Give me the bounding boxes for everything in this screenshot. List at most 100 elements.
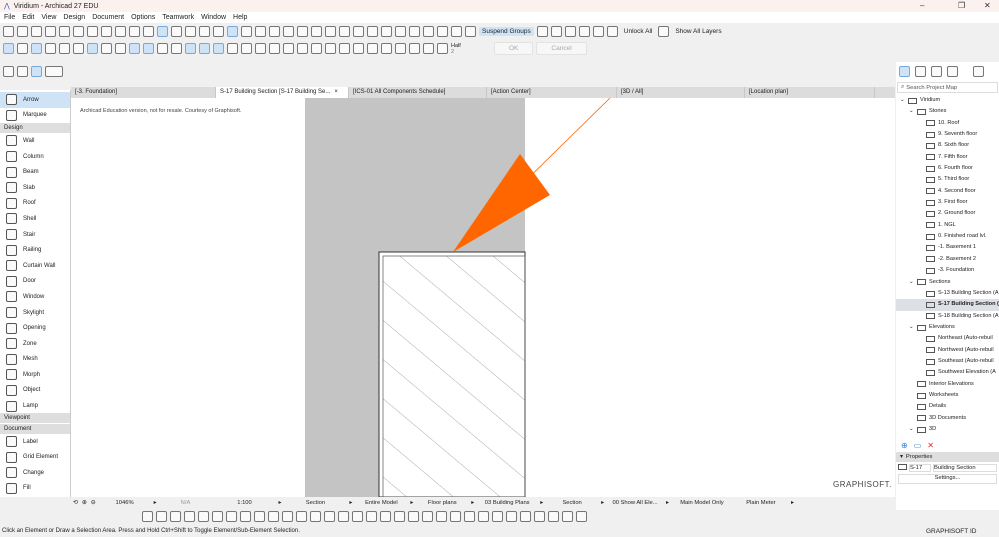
tool-8-icon[interactable] — [115, 26, 126, 37]
arrange-3-icon[interactable] — [578, 26, 590, 37]
prop-id-field[interactable]: S-17 — [909, 464, 931, 472]
edit-22-icon[interactable] — [450, 511, 461, 522]
tool-stair[interactable]: Stair — [0, 227, 70, 243]
design-14-icon[interactable] — [199, 43, 210, 54]
tree-item[interactable]: 9. Seventh floor — [896, 129, 999, 140]
edit-15-icon[interactable] — [352, 511, 363, 522]
edit-0-icon[interactable] — [142, 511, 153, 522]
settings-button[interactable]: Settings... — [898, 474, 997, 484]
edit-31-icon[interactable] — [576, 511, 587, 522]
edit-12-icon[interactable] — [310, 511, 321, 522]
tool-5-icon[interactable] — [73, 26, 84, 37]
tool-20-icon[interactable] — [283, 26, 294, 37]
layer-selector-icon[interactable] — [17, 66, 28, 77]
tool-arrow[interactable]: Arrow — [0, 92, 70, 108]
edit-11-icon[interactable] — [296, 511, 307, 522]
design-19-icon[interactable] — [269, 43, 280, 54]
publisher-icon[interactable] — [947, 66, 958, 77]
design-12-icon[interactable] — [171, 43, 182, 54]
tool-zone[interactable]: Zone — [0, 336, 70, 352]
viewpoint-header[interactable]: Viewpoint — [0, 412, 70, 423]
arrange-0-icon[interactable] — [536, 26, 548, 37]
tree-item[interactable]: Worksheets — [896, 390, 999, 401]
edit-16-icon[interactable] — [366, 511, 377, 522]
tool-roof[interactable]: Roof — [0, 196, 70, 212]
chevron-down-icon[interactable]: ⌄ — [909, 277, 914, 288]
ok-button[interactable]: OK — [494, 42, 534, 55]
layer-combination[interactable]: Section — [285, 500, 345, 506]
tool-6-icon[interactable] — [87, 26, 98, 37]
tool-2-icon[interactable] — [31, 26, 42, 37]
tool-morph[interactable]: Morph — [0, 367, 70, 383]
menu-teamwork[interactable]: Teamwork — [162, 14, 194, 21]
tool-15-icon[interactable] — [213, 26, 224, 37]
design-27-icon[interactable] — [381, 43, 392, 54]
tool-18-icon[interactable] — [255, 26, 266, 37]
tool-17-icon[interactable] — [241, 26, 252, 37]
tree-item[interactable]: 1. NGL — [896, 220, 999, 231]
tree-item[interactable]: 4. Second floor — [896, 186, 999, 197]
document-header[interactable]: Document — [0, 423, 70, 434]
tab-2[interactable]: [ICS-01 All Components Schedule] — [349, 87, 487, 98]
tool-1-icon[interactable] — [17, 26, 28, 37]
design-4-icon[interactable] — [59, 43, 70, 54]
edit-14-icon[interactable] — [338, 511, 349, 522]
project-map-icon[interactable] — [899, 66, 910, 77]
tree-item[interactable]: Southwest Elevation (A — [896, 367, 999, 378]
design-15-icon[interactable] — [213, 43, 224, 54]
tool-3-icon[interactable] — [45, 26, 56, 37]
pen-set[interactable]: Floor plans — [417, 500, 467, 506]
tree-item[interactable]: ⌄ Sections — [896, 277, 999, 288]
design-21-icon[interactable] — [297, 43, 308, 54]
close-button[interactable]: ✕ — [984, 1, 991, 10]
edit-5-icon[interactable] — [212, 511, 223, 522]
drawing-canvas[interactable]: Archicad Education version, not for resa… — [71, 98, 895, 497]
tree-item[interactable]: 2. Ground floor — [896, 208, 999, 219]
tool-shell[interactable]: Shell — [0, 211, 70, 227]
tool-10-icon[interactable] — [143, 26, 154, 37]
tool-26-icon[interactable] — [367, 26, 378, 37]
chevron-down-icon[interactable]: ⌄ — [909, 322, 914, 333]
magic-wand-icon[interactable] — [31, 66, 42, 77]
tool-grid-element[interactable]: Grid Element — [0, 449, 70, 465]
tree-item[interactable]: -2. Basement 2 — [896, 254, 999, 265]
renovation-filter[interactable]: Section — [547, 500, 597, 506]
edit-21-icon[interactable] — [436, 511, 447, 522]
tree-item[interactable]: 7. Fifth floor — [896, 152, 999, 163]
tree-item[interactable]: 3. First floor — [896, 197, 999, 208]
tool-object[interactable]: Object — [0, 383, 70, 399]
design-11-icon[interactable] — [157, 43, 168, 54]
tool-mesh[interactable]: Mesh — [0, 352, 70, 368]
edit-18-icon[interactable] — [394, 511, 405, 522]
tab-0[interactable]: [-3. Foundation] — [71, 87, 216, 98]
design-18-icon[interactable] — [255, 43, 266, 54]
dimension-standard[interactable]: Plain Meter — [735, 500, 787, 506]
tree-item[interactable]: Southeast (Auto-rebuil — [896, 356, 999, 367]
tool-14-icon[interactable] — [199, 26, 210, 37]
tool-25-icon[interactable] — [353, 26, 364, 37]
edit-26-icon[interactable] — [506, 511, 517, 522]
tree-item[interactable]: Northwest (Auto-rebuil — [896, 345, 999, 356]
layout-book-icon[interactable] — [931, 66, 942, 77]
partial-structure[interactable]: Main Model Only — [673, 500, 731, 506]
tree-item[interactable]: S-13 Building Section (A — [896, 288, 999, 299]
tool-31-icon[interactable] — [437, 26, 448, 37]
tab-3[interactable]: [Action Center] — [487, 87, 617, 98]
prop-name-field[interactable]: Building Section — [933, 464, 997, 472]
tool-32-icon[interactable] — [451, 26, 462, 37]
arrange-2-icon[interactable] — [564, 26, 576, 37]
tool-skylight[interactable]: Skylight — [0, 305, 70, 321]
design-13-icon[interactable] — [185, 43, 196, 54]
menu-design[interactable]: Design — [63, 14, 85, 21]
unlock-all-button[interactable]: Unlock All — [621, 27, 656, 36]
edit-20-icon[interactable] — [422, 511, 433, 522]
tool-13-icon[interactable] — [185, 26, 196, 37]
tree-item[interactable]: 0. Finished road lvl. — [896, 231, 999, 242]
arrange-1-icon[interactable] — [550, 26, 562, 37]
edit-19-icon[interactable] — [408, 511, 419, 522]
design-30-icon[interactable] — [423, 43, 434, 54]
tree-item[interactable]: Interior Elevations — [896, 379, 999, 390]
design-9-icon[interactable] — [129, 43, 140, 54]
tool-9-icon[interactable] — [129, 26, 140, 37]
edit-29-icon[interactable] — [548, 511, 559, 522]
